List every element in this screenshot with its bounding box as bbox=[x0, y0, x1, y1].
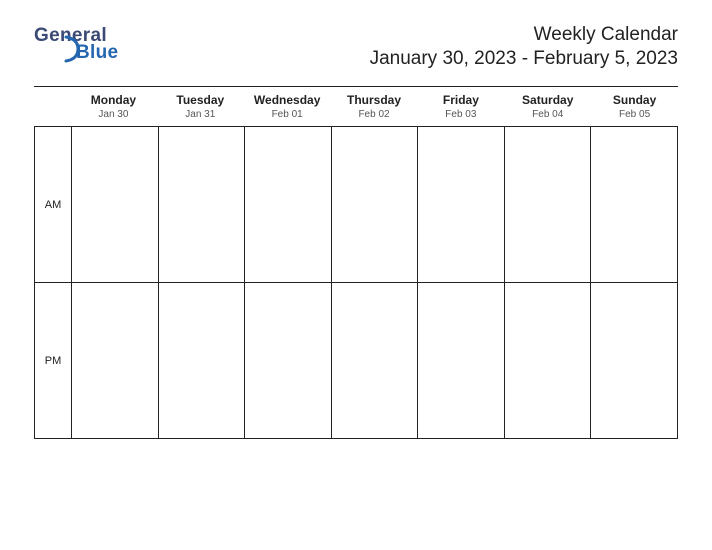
calendar-cell bbox=[72, 283, 159, 438]
calendar-cell bbox=[332, 127, 419, 282]
page-title: Weekly Calendar bbox=[370, 24, 678, 46]
period-row-pm: PM bbox=[35, 283, 677, 438]
period-label: AM bbox=[35, 127, 72, 282]
day-date: Feb 02 bbox=[331, 109, 418, 120]
calendar-cell bbox=[591, 127, 677, 282]
day-date: Feb 01 bbox=[244, 109, 331, 120]
day-name: Saturday bbox=[504, 93, 591, 107]
day-header: Wednesday Feb 01 bbox=[244, 93, 331, 120]
date-range: January 30, 2023 - February 5, 2023 bbox=[370, 48, 678, 70]
title-block: Weekly Calendar January 30, 2023 - Febru… bbox=[370, 24, 678, 70]
day-date: Jan 30 bbox=[70, 109, 157, 120]
day-name: Tuesday bbox=[157, 93, 244, 107]
day-date: Feb 03 bbox=[417, 109, 504, 120]
calendar-cell bbox=[418, 127, 505, 282]
day-date: Feb 04 bbox=[504, 109, 591, 120]
calendar-cell bbox=[245, 283, 332, 438]
day-header: Tuesday Jan 31 bbox=[157, 93, 244, 120]
day-headers: Monday Jan 30 Tuesday Jan 31 Wednesday F… bbox=[34, 93, 678, 120]
calendar-cell bbox=[245, 127, 332, 282]
day-header: Thursday Feb 02 bbox=[331, 93, 418, 120]
day-date: Feb 05 bbox=[591, 109, 678, 120]
period-label: PM bbox=[35, 283, 72, 438]
swoosh-icon bbox=[64, 35, 82, 63]
logo: General Blue bbox=[34, 26, 118, 62]
calendar-cell bbox=[505, 127, 592, 282]
day-name: Wednesday bbox=[244, 93, 331, 107]
day-name: Friday bbox=[417, 93, 504, 107]
day-header: Sunday Feb 05 bbox=[591, 93, 678, 120]
calendar-cell bbox=[332, 283, 419, 438]
day-header: Monday Jan 30 bbox=[70, 93, 157, 120]
logo-text-blue: Blue bbox=[34, 43, 118, 62]
day-name: Sunday bbox=[591, 93, 678, 107]
day-name: Thursday bbox=[331, 93, 418, 107]
calendar-cell bbox=[505, 283, 592, 438]
calendar-cell bbox=[159, 283, 246, 438]
calendar-cell bbox=[72, 127, 159, 282]
day-name: Monday bbox=[70, 93, 157, 107]
calendar-cell bbox=[159, 127, 246, 282]
period-row-am: AM bbox=[35, 127, 677, 283]
day-header: Saturday Feb 04 bbox=[504, 93, 591, 120]
header: General Blue Weekly Calendar January 30,… bbox=[34, 24, 678, 70]
calendar-grid: AM PM bbox=[34, 126, 678, 439]
divider bbox=[34, 86, 678, 87]
day-date: Jan 31 bbox=[157, 109, 244, 120]
calendar-cell bbox=[591, 283, 677, 438]
day-header: Friday Feb 03 bbox=[417, 93, 504, 120]
calendar-cell bbox=[418, 283, 505, 438]
